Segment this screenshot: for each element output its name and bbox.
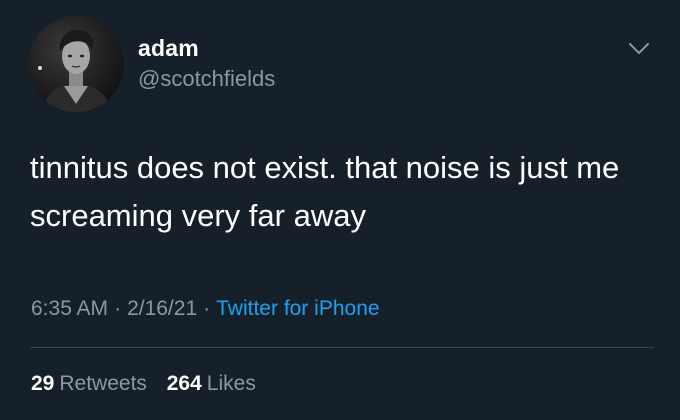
divider [30, 347, 654, 348]
avatar-photo [28, 16, 124, 112]
user-info[interactable]: adam @scotchfields [138, 34, 275, 94]
display-name[interactable]: adam [138, 34, 275, 62]
avatar[interactable] [28, 16, 124, 112]
tweet-text: tinnitus does not exist. that noise is j… [30, 150, 620, 233]
user-handle[interactable]: @scotchfields [138, 64, 275, 94]
likes-stat[interactable]: 264 Likes [167, 369, 256, 399]
likes-label: Likes [206, 372, 256, 395]
meta-separator: · [114, 297, 122, 320]
likes-count: 264 [166, 372, 202, 395]
tweet-card: adam @scotchfields tinnitus does not exi… [0, 0, 680, 420]
tweet-time[interactable]: 6:35 AM [31, 297, 108, 320]
tweet-date[interactable]: 2/16/21 [127, 297, 197, 320]
tweet-source-link[interactable]: Twitter for iPhone [216, 297, 379, 320]
tweet-stats: 29 Retweets 264 Likes [31, 369, 256, 399]
tweet-meta: 6:35 AM · 2/16/21 · Twitter for iPhone [31, 294, 380, 324]
retweets-stat[interactable]: 29 Retweets [31, 369, 147, 399]
chevron-down-icon[interactable] [626, 38, 652, 58]
meta-separator: · [203, 297, 211, 320]
retweets-label: Retweets [59, 372, 147, 395]
retweets-count: 29 [31, 372, 55, 395]
